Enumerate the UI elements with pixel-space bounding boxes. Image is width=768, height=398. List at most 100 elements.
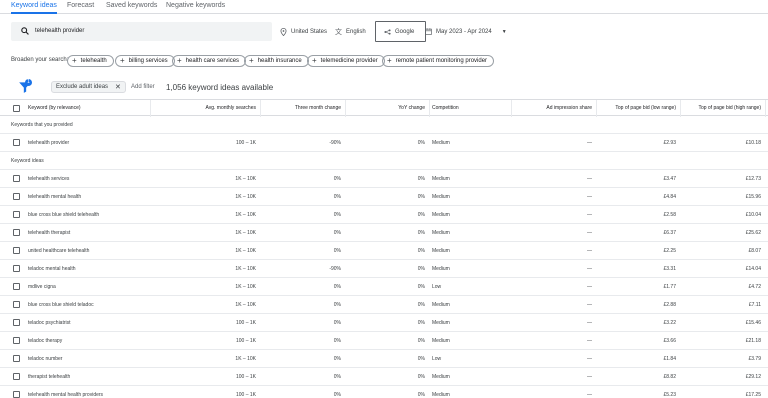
col-header-competition[interactable]: Competition xyxy=(432,100,459,115)
row-checkbox[interactable] xyxy=(13,283,20,290)
table-row[interactable]: telehealth provider 100 – 1K -90% 0% Medium —… xyxy=(0,134,768,152)
row-checkbox[interactable] xyxy=(13,391,20,398)
col-header-keyword[interactable]: Keyword (by relevance) xyxy=(28,100,81,115)
cell-bid-low: £2.58 xyxy=(663,211,676,218)
search-input[interactable]: telehealth provider xyxy=(11,22,272,41)
cell-bid-high: £12.73 xyxy=(745,175,761,182)
select-all-checkbox[interactable] xyxy=(13,105,20,112)
col-header-three-month[interactable]: Three month change xyxy=(261,100,341,115)
cell-three-month: 0% xyxy=(333,301,341,308)
cell-competition: Medium xyxy=(432,337,450,344)
network-label: Google xyxy=(395,28,415,35)
row-checkbox[interactable] xyxy=(13,211,20,218)
cell-yoy: 0% xyxy=(417,355,425,362)
cell-avg-searches: 1K – 10K xyxy=(235,355,256,362)
row-checkbox[interactable] xyxy=(13,337,20,344)
column-divider xyxy=(429,100,430,117)
cell-three-month: -90% xyxy=(329,265,341,272)
tab-forecast[interactable]: Forecast xyxy=(67,2,94,14)
table-row[interactable]: mdlive cigna 1K – 10K 0% 0% Low — £1.77 £4.72 xyxy=(0,278,768,296)
cell-competition: Medium xyxy=(432,373,450,380)
location-selector[interactable]: United States xyxy=(280,22,327,41)
table-row[interactable]: teladoc therapy 100 – 1K 0% 0% Medium — £3.66 £… xyxy=(0,332,768,350)
cell-keyword: blue cross blue shield telehealth xyxy=(28,211,100,218)
tab-saved-keywords[interactable]: Saved keywords xyxy=(106,2,157,14)
row-checkbox[interactable] xyxy=(13,175,20,182)
col-header-ad-share[interactable]: Ad impression share xyxy=(512,100,592,115)
row-checkbox[interactable] xyxy=(13,139,20,146)
column-divider xyxy=(260,100,261,117)
cell-bid-low: £2.88 xyxy=(663,301,676,308)
search-value: telehealth provider xyxy=(35,28,85,34)
language-selector[interactable]: 文 English xyxy=(335,22,366,41)
chip-label: remote patient monitoring provider xyxy=(395,58,488,64)
col-header-yoy[interactable]: YoY change xyxy=(346,100,425,115)
cell-competition: Medium xyxy=(432,193,450,200)
section-keyword-ideas: Keyword ideas xyxy=(0,152,768,170)
broaden-chip-telehealth[interactable]: + telehealth xyxy=(67,55,114,67)
date-range-label: May 2023 - Apr 2024 xyxy=(436,28,492,35)
network-icon xyxy=(384,28,391,35)
cell-yoy: 0% xyxy=(417,337,425,344)
table-row[interactable]: united healthcare telehealth 1K – 10K 0% 0%… xyxy=(0,242,768,260)
broaden-chip-health-care-services[interactable]: + health care services xyxy=(172,55,247,67)
row-checkbox[interactable] xyxy=(13,373,20,380)
row-checkbox[interactable] xyxy=(13,319,20,326)
table-row[interactable]: blue cross blue shield telehealth 1K – 10… xyxy=(0,206,768,224)
col-header-bid-low[interactable]: Top of page bid (low range) xyxy=(597,100,676,115)
column-divider xyxy=(150,100,151,117)
cell-bid-high: £25.62 xyxy=(745,229,761,236)
table-header: Keyword (by relevance) Avg. monthly sear… xyxy=(0,99,768,117)
row-checkbox[interactable] xyxy=(13,247,20,254)
table-row[interactable]: therapist telehealth 100 – 1K 0% 0% Medium — £… xyxy=(0,368,768,386)
add-filter-button[interactable]: Add filter xyxy=(131,84,155,90)
cell-ad-share: — xyxy=(587,139,592,146)
table-row[interactable]: teladoc number 1K – 10K 0% 0% Low — £1.84 £3.79 xyxy=(0,350,768,368)
cell-competition: Low xyxy=(432,355,442,362)
table-row[interactable]: blue cross blue shield teladoc 1K – 10K 0%… xyxy=(0,296,768,314)
table-row[interactable]: telehealth mental health 1K – 10K 0% 0% Medi… xyxy=(0,188,768,206)
tab-negative-keywords[interactable]: Negative keywords xyxy=(166,2,225,14)
broaden-chip-health-insurance[interactable]: + health insurance xyxy=(244,55,309,67)
column-divider xyxy=(511,100,512,117)
cell-keyword: teladoc psychiatrist xyxy=(28,319,71,326)
col-header-bid-high[interactable]: Top of page bid (high range) xyxy=(681,100,761,115)
filter-chip-exclude-adult[interactable]: Exclude adult ideas ✕ xyxy=(51,81,126,93)
cell-bid-high: £4.72 xyxy=(748,283,761,290)
close-icon[interactable]: ✕ xyxy=(115,83,121,91)
cell-three-month: 0% xyxy=(333,283,341,290)
tab-keyword-ideas[interactable]: Keyword ideas xyxy=(11,2,57,14)
table-row[interactable]: telehealth services 1K – 10K 0% 0% Medium — £3… xyxy=(0,170,768,188)
cell-yoy: 0% xyxy=(417,283,425,290)
row-checkbox[interactable] xyxy=(13,301,20,308)
plus-icon: + xyxy=(312,56,317,65)
language-label: English xyxy=(346,28,366,35)
cell-avg-searches: 100 – 1K xyxy=(235,373,256,380)
broaden-chip-telemedicine-provider[interactable]: + telemedicine provider xyxy=(307,55,385,67)
row-checkbox[interactable] xyxy=(13,229,20,236)
row-checkbox[interactable] xyxy=(13,355,20,362)
filter-count-badge: 1 xyxy=(25,79,32,86)
table-row[interactable]: telehealth therapist 1K – 10K 0% 0% Medium — £… xyxy=(0,224,768,242)
chip-label: billing services xyxy=(128,58,168,64)
table-row[interactable]: telehealth mental health providers 100 – … xyxy=(0,386,768,398)
location-pin-icon xyxy=(280,27,287,36)
search-network-selector[interactable]: Google xyxy=(375,21,426,42)
cell-ad-share: — xyxy=(587,373,592,380)
section-provided-keywords: Keywords that you provided xyxy=(0,116,768,134)
search-icon xyxy=(21,27,29,35)
row-checkbox[interactable] xyxy=(13,193,20,200)
cell-bid-low: £3.31 xyxy=(663,265,676,272)
broaden-chip-remote-patient-monitoring[interactable]: + remote patient monitoring provider xyxy=(382,55,495,67)
cell-bid-high: £14.04 xyxy=(745,265,761,272)
cell-avg-searches: 1K – 10K xyxy=(235,301,256,308)
broaden-chip-billing-services[interactable]: + billing services xyxy=(115,55,175,67)
table-row[interactable]: teladoc mental health 1K – 10K -90% 0% Mediu… xyxy=(0,260,768,278)
cell-ad-share: — xyxy=(587,355,592,362)
row-checkbox[interactable] xyxy=(13,265,20,272)
cell-bid-high: £29.12 xyxy=(745,373,761,380)
col-header-avg-searches[interactable]: Avg. monthly searches xyxy=(150,100,257,115)
table-row[interactable]: teladoc psychiatrist 100 – 1K 0% 0% Medium — £… xyxy=(0,314,768,332)
date-range-selector[interactable]: May 2023 - Apr 2024 ▼ xyxy=(425,22,507,41)
plus-icon: + xyxy=(387,56,392,65)
